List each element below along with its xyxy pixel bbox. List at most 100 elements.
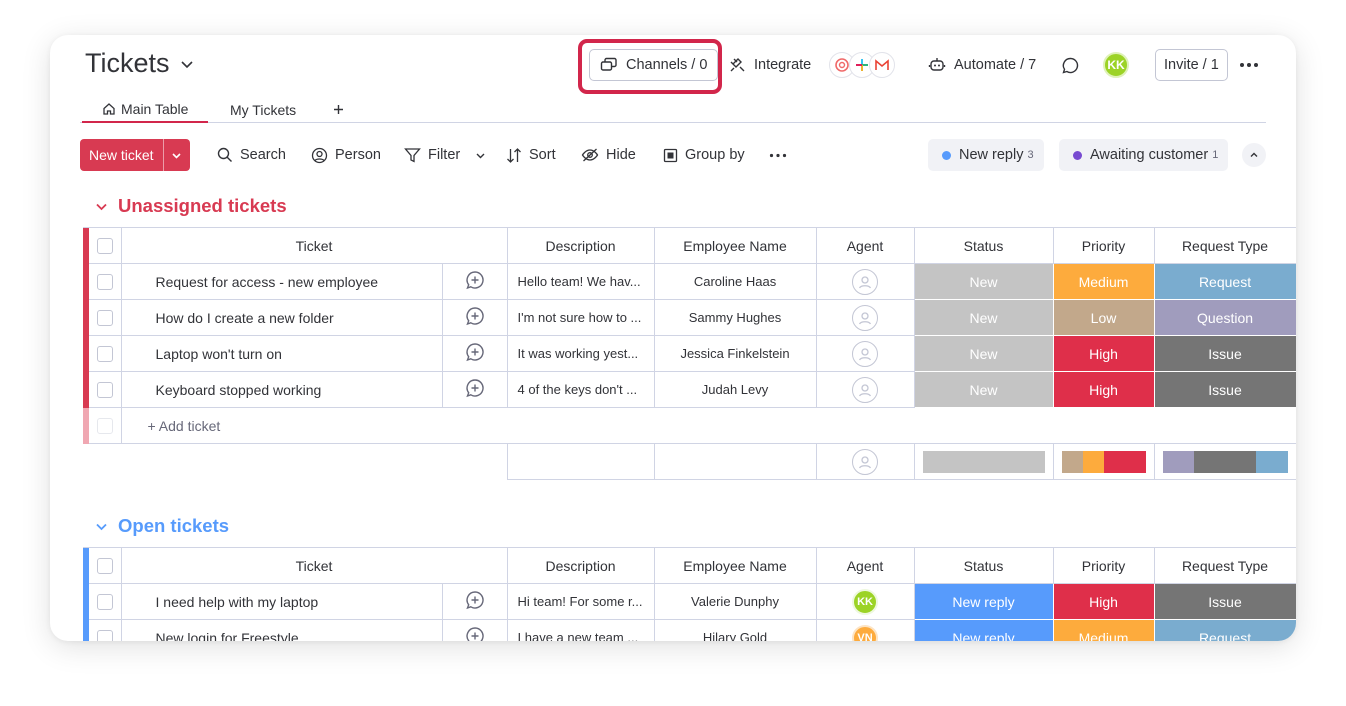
status-cell[interactable]: New <box>914 371 1054 408</box>
row-checkbox[interactable] <box>96 382 113 399</box>
description-cell[interactable]: Hi team! For some r... <box>507 583 655 620</box>
chevron-down-icon[interactable] <box>475 150 486 161</box>
new-ticket-dropdown[interactable] <box>164 139 190 171</box>
ticket-name[interactable]: New login for Freestyle <box>121 619 443 641</box>
employee-cell[interactable]: Caroline Haas <box>654 263 817 300</box>
select-all-checkbox-cell[interactable] <box>89 547 122 584</box>
description-cell[interactable]: I have a new team ... <box>507 619 655 641</box>
column-header-agent[interactable]: Agent <box>816 547 915 584</box>
group-header-unassigned[interactable]: Unassigned tickets <box>95 195 287 217</box>
employee-cell[interactable]: Judah Levy <box>654 371 817 408</box>
group-by-button[interactable]: Group by <box>663 139 745 171</box>
agent-cell[interactable]: KK <box>816 583 915 620</box>
row-checkbox-cell[interactable] <box>89 335 122 372</box>
new-ticket-label[interactable]: New ticket <box>80 139 164 171</box>
agent-cell[interactable]: VN <box>816 619 915 641</box>
row-checkbox[interactable] <box>96 630 113 641</box>
priority-cell[interactable]: High <box>1053 371 1155 408</box>
invite-button[interactable]: Invite / 1 <box>1155 49 1228 81</box>
add-update-button[interactable] <box>442 335 508 372</box>
sort-button[interactable]: Sort <box>506 139 556 171</box>
column-header-priority[interactable]: Priority <box>1053 547 1155 584</box>
person-filter-button[interactable]: Person <box>311 139 381 171</box>
new-ticket-button[interactable]: New ticket <box>80 139 190 171</box>
integrate-button[interactable]: Integrate <box>728 48 896 82</box>
column-header-ticket[interactable]: Ticket <box>121 547 508 584</box>
description-cell[interactable]: 4 of the keys don't ... <box>507 371 655 408</box>
table-row[interactable]: Laptop won't turn on It was working yest… <box>83 335 1296 372</box>
ticket-name[interactable]: I need help with my laptop <box>121 583 443 620</box>
employee-cell[interactable]: Jessica Finkelstein <box>654 335 817 372</box>
employee-cell[interactable]: Valerie Dunphy <box>654 583 817 620</box>
add-ticket-row[interactable]: + Add ticket <box>83 407 1296 444</box>
more-options-button[interactable] <box>1239 48 1259 82</box>
ticket-name[interactable]: Request for access - new employee <box>121 263 443 300</box>
hide-button[interactable]: Hide <box>581 139 636 171</box>
description-cell[interactable]: It was working yest... <box>507 335 655 372</box>
chevron-down-icon[interactable] <box>180 57 194 71</box>
column-header-request-type[interactable]: Request Type <box>1154 227 1296 264</box>
column-header-employee[interactable]: Employee Name <box>654 547 817 584</box>
status-pill-new-reply[interactable]: New reply 3 <box>928 139 1044 171</box>
select-all-checkbox-cell[interactable] <box>89 227 122 264</box>
request-type-cell[interactable]: Request <box>1154 263 1296 300</box>
ticket-name[interactable]: How do I create a new folder <box>121 299 443 336</box>
select-all-checkbox[interactable] <box>96 238 113 255</box>
priority-cell[interactable]: Medium <box>1053 263 1155 300</box>
agent-cell[interactable] <box>816 299 915 336</box>
request-type-cell[interactable]: Issue <box>1154 371 1296 408</box>
row-checkbox-cell[interactable] <box>89 299 122 336</box>
column-header-request-type[interactable]: Request Type <box>1154 547 1296 584</box>
tab-main-table[interactable]: Main Table <box>82 96 209 123</box>
summary-priority[interactable] <box>1053 443 1155 480</box>
row-checkbox[interactable] <box>96 346 113 363</box>
request-type-cell[interactable]: Question <box>1154 299 1296 336</box>
add-update-button[interactable] <box>442 619 508 641</box>
summary-request-type[interactable] <box>1154 443 1296 480</box>
column-header-employee[interactable]: Employee Name <box>654 227 817 264</box>
table-row[interactable]: Request for access - new employee Hello … <box>83 263 1296 300</box>
channels-button[interactable]: Channels / 0 <box>589 49 719 81</box>
request-type-cell[interactable]: Request <box>1154 619 1296 641</box>
employee-cell[interactable]: Sammy Hughes <box>654 299 817 336</box>
group-header-open[interactable]: Open tickets <box>95 515 229 537</box>
add-ticket-input[interactable]: + Add ticket <box>121 407 1296 444</box>
priority-cell[interactable]: High <box>1053 335 1155 372</box>
add-update-button[interactable] <box>442 371 508 408</box>
table-row[interactable]: New login for Freestyle I have a new tea… <box>83 619 1296 641</box>
tab-my-tickets[interactable]: My Tickets <box>210 96 316 123</box>
description-cell[interactable]: I'm not sure how to ... <box>507 299 655 336</box>
ticket-name[interactable]: Keyboard stopped working <box>121 371 443 408</box>
table-row[interactable]: I need help with my laptop Hi team! For … <box>83 583 1296 620</box>
filter-button[interactable]: Filter <box>404 139 486 171</box>
search-button[interactable]: Search <box>217 139 286 171</box>
chevron-down-icon[interactable] <box>95 200 108 213</box>
status-cell[interactable]: New <box>914 263 1054 300</box>
priority-cell[interactable]: Medium <box>1053 619 1155 641</box>
row-checkbox-cell[interactable] <box>89 371 122 408</box>
status-cell[interactable]: New reply <box>914 619 1054 641</box>
agent-cell[interactable] <box>816 335 915 372</box>
column-header-status[interactable]: Status <box>914 547 1054 584</box>
row-checkbox-cell[interactable] <box>89 263 122 300</box>
table-row[interactable]: Keyboard stopped working 4 of the keys d… <box>83 371 1296 408</box>
add-update-button[interactable] <box>442 299 508 336</box>
status-cell[interactable]: New <box>914 335 1054 372</box>
status-cell[interactable]: New <box>914 299 1054 336</box>
priority-cell[interactable]: High <box>1053 583 1155 620</box>
column-header-status[interactable]: Status <box>914 227 1054 264</box>
board-title[interactable]: Tickets <box>85 48 194 79</box>
row-checkbox[interactable] <box>96 274 113 291</box>
column-header-ticket[interactable]: Ticket <box>121 227 508 264</box>
user-avatar[interactable]: KK <box>1103 48 1129 82</box>
chevron-down-icon[interactable] <box>95 520 108 533</box>
add-update-button[interactable] <box>442 583 508 620</box>
description-cell[interactable]: Hello team! We hav... <box>507 263 655 300</box>
priority-cell[interactable]: Low <box>1053 299 1155 336</box>
employee-cell[interactable]: Hilary Gold <box>654 619 817 641</box>
updates-button[interactable] <box>1061 48 1080 82</box>
automate-button[interactable]: Automate / 7 <box>928 48 1036 82</box>
row-checkbox[interactable] <box>96 594 113 611</box>
row-checkbox-cell[interactable] <box>89 619 122 641</box>
request-type-cell[interactable]: Issue <box>1154 335 1296 372</box>
